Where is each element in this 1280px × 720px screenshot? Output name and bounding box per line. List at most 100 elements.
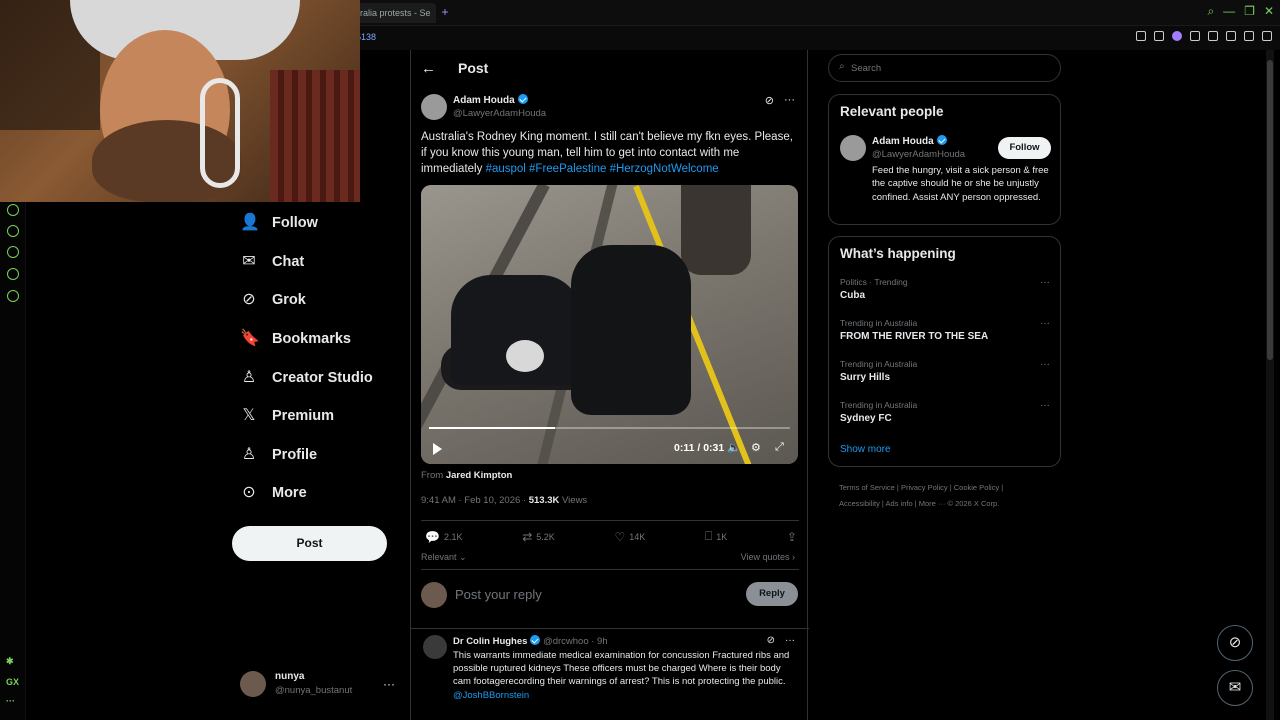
grok-fab-button[interactable]: ⊘ (1217, 625, 1253, 661)
play-circle-icon[interactable] (7, 204, 19, 216)
nav-item-chat[interactable]: ✉ Chat (232, 243, 402, 282)
repost-action[interactable]: ⇄ 5.2K (522, 529, 555, 544)
show-more-link[interactable]: Show more (840, 444, 891, 455)
avatar[interactable] (423, 635, 447, 659)
more-icon[interactable]: ··· (1040, 359, 1050, 370)
grok-icon[interactable]: ⊘ (767, 635, 775, 646)
more-icon[interactable]: ··· (383, 677, 395, 691)
reply-icon: 💬 (425, 529, 440, 544)
volume-icon[interactable]: 🔈 (727, 441, 741, 454)
download-icon[interactable] (1244, 31, 1254, 41)
pin-icon[interactable] (1136, 31, 1146, 41)
person-name[interactable]: Adam Houda (872, 135, 947, 147)
author-name-text: Adam Houda (453, 95, 515, 106)
post-author-handle[interactable]: @LawyerAdamHouda (453, 108, 546, 119)
follow-button[interactable]: Follow (998, 137, 1051, 159)
post-author-name[interactable]: Adam Houda (453, 94, 528, 106)
post-text: Australia's Rodney King moment. I still … (421, 130, 801, 177)
new-tab-button[interactable]: + (438, 5, 452, 19)
from-name[interactable]: Jared Kimpton (446, 470, 513, 481)
reply-input[interactable]: Post your reply (455, 587, 542, 602)
history-icon[interactable] (1226, 31, 1236, 41)
avatar[interactable] (840, 135, 866, 161)
share-action[interactable]: ⇪ (787, 529, 797, 544)
avatar[interactable] (421, 94, 447, 120)
clock-icon[interactable] (7, 246, 19, 258)
nav-label: More (272, 485, 307, 502)
nav-item-premium[interactable]: 𝕏 Premium (232, 397, 402, 436)
person-plus-icon: 👤 (240, 214, 260, 232)
cube-icon[interactable] (7, 268, 19, 280)
more-icon[interactable]: ··· (1040, 277, 1050, 288)
grok-icon[interactable]: ⊘ (765, 94, 774, 107)
person-bio: Feed the hungry, visit a sick person & f… (872, 165, 1049, 203)
nav-label: Profile (272, 446, 318, 463)
reply-mention[interactable]: @JoshBBornstein (453, 690, 529, 701)
bookmark-action[interactable]: ⎕ 1K (705, 529, 727, 544)
scrollbar-thumb[interactable] (1267, 60, 1273, 360)
trend-item[interactable]: Trending in Australia FROM THE RIVER TO … (840, 318, 1050, 358)
nav-item-bookmarks[interactable]: 🔖 Bookmarks (232, 320, 402, 359)
reply-button[interactable]: Reply (746, 582, 798, 606)
extension-icons (1136, 31, 1272, 41)
minimize-icon[interactable]: — (1223, 4, 1235, 18)
post-hashtags[interactable]: #auspol #FreePalestine #HerzogNotWelcome (486, 163, 719, 175)
play-icon[interactable] (1190, 31, 1200, 41)
trend-name: Cuba (840, 290, 865, 301)
person-handle[interactable]: @LawyerAdamHouda (872, 149, 965, 160)
repost-count: 5.2K (536, 531, 555, 542)
account-switcher[interactable]: nunya @nunya_bustanut ··· (240, 669, 400, 701)
x-logo-icon: 𝕏 (242, 407, 256, 425)
trend-item[interactable]: Politics · Trending Cuba ··· (840, 277, 1050, 317)
footer-line[interactable]: Accessibility | Ads info | More ··· © 20… (839, 496, 1059, 512)
search-icon[interactable]: ⌕ (1207, 4, 1214, 18)
like-action[interactable]: ♡ 14K (614, 529, 645, 544)
back-arrow-icon[interactable]: ← (421, 60, 436, 77)
settings-icon[interactable]: ⚙ (751, 441, 761, 454)
play-icon[interactable] (433, 443, 442, 455)
trend-item[interactable]: Trending in Australia Surry Hills ··· (840, 359, 1050, 399)
trend-name: Sydney FC (840, 413, 892, 424)
trend-item[interactable]: Trending in Australia Sydney FC ··· (840, 400, 1050, 440)
browser-tab[interactable]: ralia protests - Se (354, 3, 436, 23)
reply-tools: ⊘ ··· (767, 635, 795, 646)
more-icon[interactable]: ··· (1040, 318, 1050, 329)
verified-badge-icon (936, 135, 947, 145)
messages-fab-button[interactable]: ✉ (1217, 670, 1253, 706)
close-icon[interactable]: ✕ (1264, 4, 1274, 18)
footer-line[interactable]: Terms of Service | Privacy Policy | Cook… (839, 480, 1059, 496)
nav-item-profile[interactable]: ♙ Profile (232, 436, 402, 475)
more-icon[interactable]: ··· (1040, 400, 1050, 411)
nav-item-grok[interactable]: ⊘ Grok (232, 281, 402, 320)
fullscreen-icon[interactable]: ⤢ (775, 441, 784, 454)
footer-links: Terms of Service | Privacy Policy | Cook… (839, 480, 1059, 512)
page-title: Post (458, 60, 489, 76)
post-timestamp[interactable]: 9:41 AM · Feb 10, 2026 · (421, 495, 529, 506)
nav-item-follow[interactable]: 👤 Follow (232, 204, 402, 243)
maximize-icon[interactable]: ❐ (1244, 4, 1255, 18)
settings-icon[interactable] (7, 290, 19, 302)
menu-icon[interactable] (1262, 31, 1272, 41)
grok-icon: ⊘ (242, 291, 256, 309)
more-icon[interactable]: ··· (785, 635, 795, 646)
heart-icon[interactable] (7, 225, 19, 237)
screenshot-icon[interactable] (1154, 31, 1164, 41)
compose-post-button[interactable]: Post (232, 526, 387, 561)
reply-author[interactable]: Dr Colin Hughes @drcwhoo · 9h (453, 635, 608, 647)
nav-item-more[interactable]: ⊙ More (232, 474, 402, 513)
like-count: 14K (629, 531, 646, 542)
more-icon[interactable]: ··· (784, 94, 795, 107)
heart-icon[interactable] (1208, 31, 1218, 41)
reply-action[interactable]: 💬 2.1K (425, 529, 462, 544)
sort-dropdown[interactable]: Relevant ⌄ (421, 552, 467, 563)
search-box[interactable]: ⌕ (828, 54, 1061, 82)
view-quotes-link[interactable]: View quotes › (741, 552, 795, 562)
nav-item-creator-studio[interactable]: ♙ Creator Studio (232, 358, 402, 397)
video-player[interactable]: 0:11 / 0:31 🔈 ⚙ ⤢ (421, 185, 798, 464)
search-input[interactable] (851, 61, 1051, 75)
webcam-overlay (0, 0, 360, 202)
pin-icon[interactable]: ✱ (6, 656, 14, 667)
video-officer (571, 245, 691, 415)
shield-icon[interactable] (1172, 31, 1182, 41)
more-icon[interactable]: ··· (6, 696, 15, 706)
